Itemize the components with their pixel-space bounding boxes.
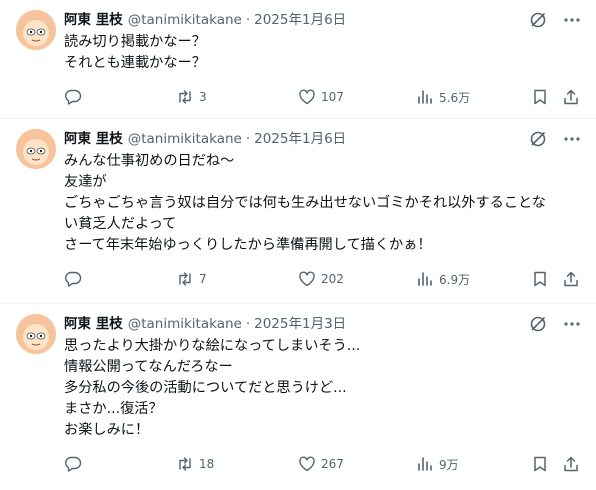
views-count: 6.9万 — [439, 272, 471, 287]
more-icon[interactable] — [562, 10, 582, 30]
avatar-icon — [16, 314, 56, 354]
avatar-icon — [16, 129, 56, 169]
views-count: 9万 — [439, 457, 459, 472]
views-icon — [416, 88, 434, 106]
share-icon — [562, 270, 580, 288]
grok-icon[interactable] — [528, 314, 548, 334]
tweet-header-actions — [528, 314, 582, 334]
like-icon — [298, 455, 316, 473]
tweet-header: 阿東 里枝 @tanimikitakane · 2025年1月3日 — [64, 315, 580, 333]
avatar-icon — [16, 10, 56, 50]
retweet-count: 3 — [199, 90, 207, 104]
retweet-count: 18 — [199, 457, 215, 471]
separator: · — [245, 316, 251, 332]
bookmark-icon — [531, 270, 549, 288]
like-button[interactable]: 202 — [298, 264, 344, 294]
like-button[interactable]: 267 — [298, 449, 344, 479]
share-button[interactable] — [562, 264, 580, 294]
like-count: 202 — [321, 272, 344, 286]
author-name[interactable]: 阿東 里枝 — [64, 315, 123, 333]
tweet[interactable]: 阿東 里枝 @tanimikitakane · 2025年1月6日 読み切り掲載… — [0, 0, 596, 119]
tweet-header-actions — [528, 129, 582, 149]
tweet-header-actions — [528, 10, 582, 30]
tweet-text: みんな仕事初めの日だね〜 友達が ごちゃごちゃ言う奴は自分では何も生み出せないゴ… — [64, 153, 546, 253]
reply-icon — [64, 88, 82, 106]
author-handle[interactable]: @tanimikitakane — [128, 130, 242, 148]
tweet[interactable]: 阿東 里枝 @tanimikitakane · 2025年1月3日 思ったより大… — [0, 304, 596, 489]
avatar[interactable] — [16, 129, 56, 169]
reply-icon — [64, 270, 82, 288]
avatar[interactable] — [16, 314, 56, 354]
bookmark-button[interactable] — [531, 264, 549, 294]
author-name[interactable]: 阿東 里枝 — [64, 130, 123, 148]
views-button[interactable]: 5.6万 — [416, 82, 470, 112]
tweet-date[interactable]: 2025年1月6日 — [254, 130, 346, 148]
reply-button[interactable] — [64, 82, 82, 112]
like-icon — [298, 88, 316, 106]
separator: · — [245, 12, 251, 28]
bookmark-icon — [531, 455, 549, 473]
retweet-button[interactable]: 3 — [176, 82, 207, 112]
views-icon — [416, 455, 434, 473]
views-button[interactable]: 9万 — [416, 449, 459, 479]
tweet-header: 阿東 里枝 @tanimikitakane · 2025年1月6日 — [64, 130, 580, 148]
tweet-actions: 7 202 6.9万 — [64, 264, 580, 308]
more-icon[interactable] — [562, 314, 582, 334]
views-icon — [416, 270, 434, 288]
bookmark-button[interactable] — [531, 82, 549, 112]
like-count: 107 — [321, 90, 344, 104]
grok-icon[interactable] — [528, 10, 548, 30]
avatar[interactable] — [16, 10, 56, 50]
timeline-feed: 阿東 里枝 @tanimikitakane · 2025年1月6日 読み切り掲載… — [0, 0, 596, 489]
views-count: 5.6万 — [439, 90, 471, 105]
tweet-date[interactable]: 2025年1月6日 — [254, 11, 346, 29]
grok-icon[interactable] — [528, 129, 548, 149]
bookmark-button[interactable] — [531, 449, 549, 479]
tweet-text: 思ったより大掛かりな絵になってしまいそう... 情報公開ってなんだろなー 多分私… — [64, 338, 361, 438]
share-button[interactable] — [562, 82, 580, 112]
bookmark-icon — [531, 88, 549, 106]
retweet-count: 7 — [199, 272, 207, 286]
reply-button[interactable] — [64, 449, 82, 479]
tweet[interactable]: 阿東 里枝 @tanimikitakane · 2025年1月6日 みんな仕事初… — [0, 119, 596, 304]
author-name[interactable]: 阿東 里枝 — [64, 11, 123, 29]
views-button[interactable]: 6.9万 — [416, 264, 470, 294]
like-count: 267 — [321, 457, 344, 471]
like-button[interactable]: 107 — [298, 82, 344, 112]
retweet-button[interactable]: 7 — [176, 264, 207, 294]
author-handle[interactable]: @tanimikitakane — [128, 11, 242, 29]
retweet-icon — [176, 270, 194, 288]
tweet-actions: 18 267 9万 — [64, 449, 580, 490]
retweet-icon — [176, 88, 194, 106]
share-icon — [562, 455, 580, 473]
tweet-header: 阿東 里枝 @tanimikitakane · 2025年1月6日 — [64, 11, 580, 29]
tweet-text: 読み切り掲載かなー？ それとも連載かなー？ — [64, 34, 206, 71]
share-button[interactable] — [562, 449, 580, 479]
retweet-icon — [176, 455, 194, 473]
tweet-date[interactable]: 2025年1月3日 — [254, 315, 346, 333]
more-icon[interactable] — [562, 129, 582, 149]
separator: · — [245, 131, 251, 147]
author-handle[interactable]: @tanimikitakane — [128, 315, 242, 333]
retweet-button[interactable]: 18 — [176, 449, 214, 479]
reply-icon — [64, 455, 82, 473]
share-icon — [562, 88, 580, 106]
reply-button[interactable] — [64, 264, 82, 294]
like-icon — [298, 270, 316, 288]
